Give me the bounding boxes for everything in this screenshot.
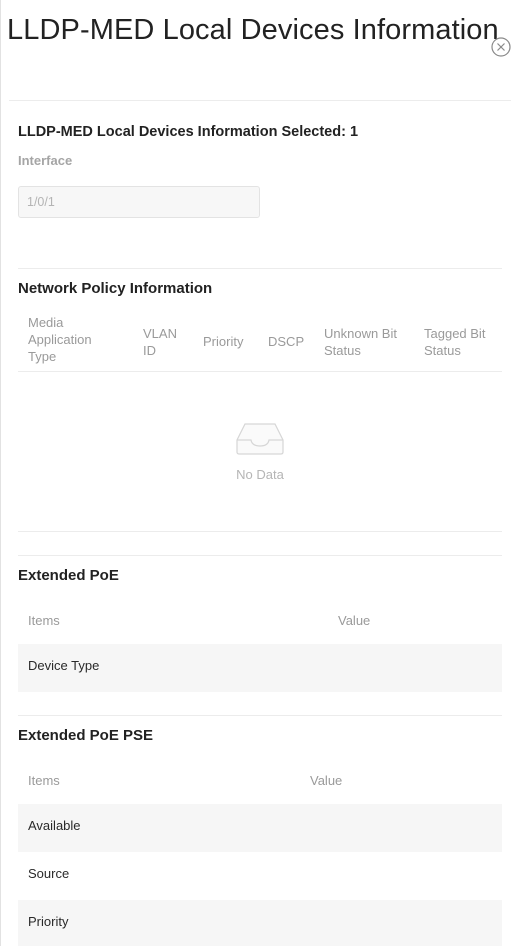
extended-poe-title: Extended PoE	[18, 567, 119, 584]
table-row: Device Type	[18, 644, 502, 692]
interface-field[interactable]: 1/0/1	[18, 186, 260, 218]
column-header-items: Items	[28, 613, 60, 628]
column-header-value: Value	[338, 613, 371, 628]
column-header-items: Items	[28, 773, 60, 788]
column-header-media-application-type: Media Application Type	[28, 315, 92, 364]
column-header-vlan-id: VLAN ID	[143, 326, 177, 358]
interface-label: Interface	[18, 153, 73, 168]
table-row: Priority	[18, 900, 502, 946]
column-header-tagged-bit-status: Tagged Bit Status	[424, 326, 486, 358]
table-row: Source	[18, 852, 502, 900]
table-header-divider	[18, 371, 502, 372]
column-header-priority: Priority	[203, 334, 244, 349]
row-item-available: Available	[28, 818, 81, 833]
table-bottom-divider	[18, 531, 502, 532]
column-header-dscp: DSCP	[268, 334, 305, 349]
inbox-icon	[236, 423, 284, 455]
column-header-unknown-bit-status: Unknown Bit Status	[324, 326, 397, 358]
table-row: Available	[18, 804, 502, 852]
header-divider	[9, 100, 511, 101]
section-divider	[18, 715, 502, 716]
dialog-title: LLDP-MED Local Devices Information	[7, 14, 499, 46]
row-item-source: Source	[28, 866, 70, 881]
network-policy-title: Network Policy Information	[18, 280, 213, 297]
extended-poe-pse-title: Extended PoE PSE	[18, 727, 154, 744]
empty-state-text: No Data	[236, 467, 284, 482]
section-divider	[18, 555, 502, 556]
column-header-value: Value	[310, 773, 343, 788]
close-icon[interactable]	[490, 36, 511, 58]
row-item-device-type: Device Type	[28, 658, 100, 673]
section-divider	[18, 268, 502, 269]
dialog: LLDP-MED Local Devices Information LLDP-…	[0, 0, 511, 946]
selection-heading: LLDP-MED Local Devices Information Selec…	[18, 124, 359, 140]
row-item-priority: Priority	[28, 914, 69, 929]
